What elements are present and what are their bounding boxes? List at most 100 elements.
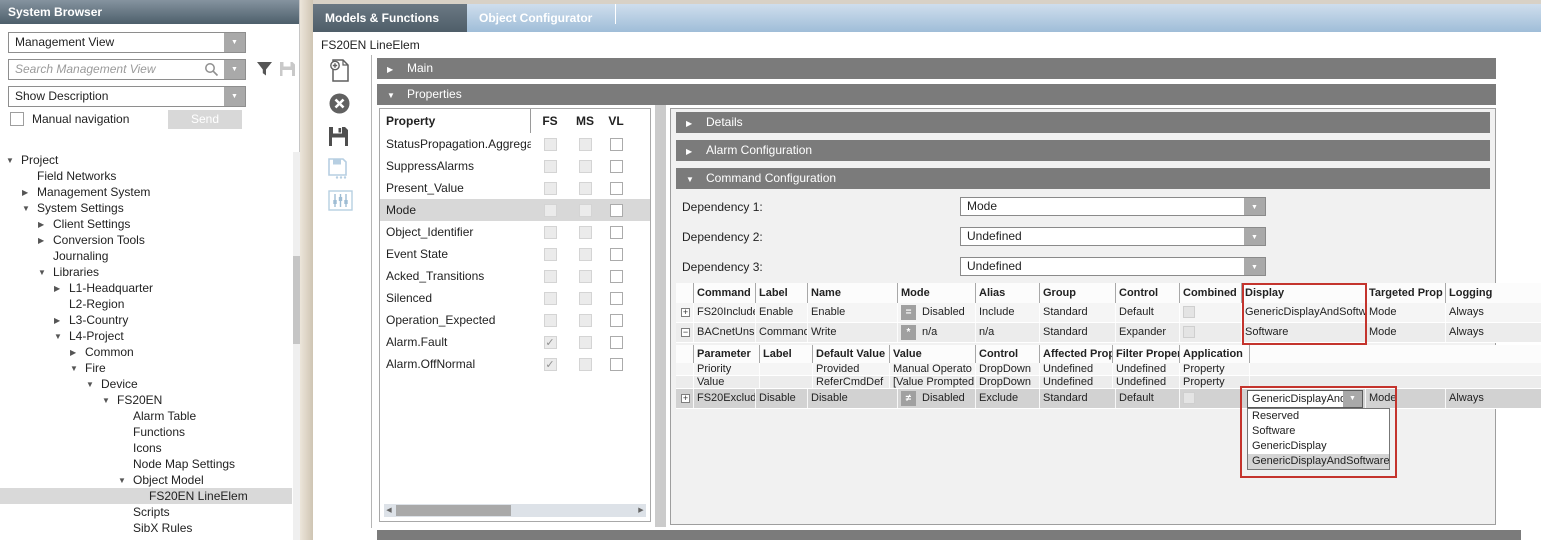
chevron-down-icon[interactable]: ▼ (224, 60, 245, 79)
chevron-right-icon[interactable]: ▶ (70, 345, 85, 361)
ms-checkbox[interactable] (579, 314, 592, 327)
fs-checkbox[interactable] (544, 160, 557, 173)
dependency-1-selector[interactable]: Mode ▼ (960, 197, 1266, 216)
tree-item[interactable]: ▼Device (0, 376, 292, 392)
tree-item[interactable]: Functions (0, 424, 292, 440)
splitter[interactable] (655, 105, 666, 527)
fs-checkbox[interactable]: ✓ (544, 358, 557, 371)
vl-checkbox[interactable] (610, 226, 623, 239)
fs-checkbox[interactable] (544, 182, 557, 195)
manual-navigation-checkbox[interactable] (10, 112, 24, 126)
tree-item[interactable]: Scripts (0, 504, 292, 520)
vl-checkbox[interactable] (610, 358, 623, 371)
vl-checkbox[interactable] (610, 292, 623, 305)
combined-checkbox[interactable] (1183, 392, 1195, 404)
fs-checkbox[interactable] (544, 270, 557, 283)
section-alarm-configuration[interactable]: ▶Alarm Configuration (676, 140, 1490, 161)
chevron-down-icon[interactable]: ▼ (118, 473, 133, 489)
dependency-2-selector[interactable]: Undefined ▼ (960, 227, 1266, 246)
fs-checkbox[interactable] (544, 248, 557, 261)
ms-checkbox[interactable] (579, 138, 592, 151)
collapsed-section-bar[interactable] (377, 530, 1521, 540)
tree-item[interactable]: ▼Object Model (0, 472, 292, 488)
chevron-down-icon[interactable]: ▼ (1244, 198, 1265, 215)
property-row[interactable]: Mode (380, 199, 650, 221)
new-document-icon[interactable] (328, 58, 356, 84)
chevron-down-icon[interactable]: ▼ (6, 153, 21, 169)
chevron-right-icon[interactable]: ▶ (22, 185, 37, 201)
scroll-right-icon[interactable]: ▶ (636, 505, 646, 516)
cancel-icon[interactable] (328, 92, 356, 118)
chevron-down-icon[interactable]: ▼ (22, 201, 37, 217)
vl-checkbox[interactable] (610, 248, 623, 261)
description-selector[interactable]: Show Description ▼ (8, 86, 246, 107)
tree-item[interactable]: Journaling (0, 248, 292, 264)
property-row[interactable]: Alarm.Fault✓ (380, 331, 650, 353)
vl-checkbox[interactable] (610, 138, 623, 151)
ms-checkbox[interactable] (579, 336, 592, 349)
chevron-right-icon[interactable]: ▶ (54, 313, 69, 329)
chevron-down-icon[interactable]: ▼ (54, 329, 69, 345)
tree-scrollbar-thumb[interactable] (293, 256, 300, 344)
fs-checkbox[interactable] (544, 138, 557, 151)
chevron-down-icon[interactable]: ▼ (1343, 391, 1362, 407)
dropdown-option[interactable]: GenericDisplayAndSoftware (1248, 454, 1389, 469)
scroll-left-icon[interactable]: ◀ (384, 505, 394, 516)
combined-checkbox[interactable] (1183, 326, 1195, 338)
expand-icon[interactable]: + (681, 308, 690, 317)
mode-operator-button[interactable]: ≠ (901, 391, 916, 406)
vl-checkbox[interactable] (610, 182, 623, 195)
tree-item[interactable]: ▶L1-Headquarter (0, 280, 292, 296)
mode-operator-button[interactable]: = (901, 305, 916, 320)
filter-icon[interactable] (256, 61, 273, 82)
command-row[interactable]: −BACnetUnsignCommandWrite*n/an/aStandard… (676, 323, 1541, 343)
ms-checkbox[interactable] (579, 204, 592, 217)
property-row[interactable]: Acked_Transitions (380, 265, 650, 287)
chevron-down-icon[interactable]: ▼ (224, 87, 245, 106)
dropdown-option[interactable]: Reserved (1248, 409, 1389, 424)
tree-item[interactable]: ▼L4-Project (0, 328, 292, 344)
chevron-down-icon[interactable]: ▼ (1244, 228, 1265, 245)
ms-checkbox[interactable] (579, 358, 592, 371)
parameter-row[interactable]: PriorityProvidedManual OperatoDropDownUn… (676, 363, 1541, 376)
tree-item[interactable]: ▼Project (0, 152, 292, 168)
dropdown-option[interactable]: Software (1248, 424, 1389, 439)
tree-item[interactable]: ▶Client Settings (0, 216, 292, 232)
section-command-configuration[interactable]: ▼Command Configuration (676, 168, 1490, 189)
save-icon[interactable] (328, 126, 356, 152)
chevron-down-icon[interactable]: ▼ (86, 377, 101, 393)
save-as-icon[interactable] (328, 158, 356, 184)
tree-item[interactable]: ▼System Settings (0, 200, 292, 216)
collapse-icon[interactable]: − (681, 328, 690, 337)
display-combobox[interactable]: GenericDisplayAndSoftware ▼ (1247, 390, 1363, 408)
mode-operator-button[interactable]: * (901, 325, 916, 340)
ms-checkbox[interactable] (579, 226, 592, 239)
horizontal-scrollbar[interactable]: ◀ ▶ (384, 504, 646, 517)
property-row[interactable]: Silenced (380, 287, 650, 309)
combined-checkbox[interactable] (1183, 306, 1195, 318)
chevron-down-icon[interactable]: ▼ (38, 265, 53, 281)
chevron-down-icon[interactable]: ▼ (70, 361, 85, 377)
tree-scrollbar[interactable] (293, 152, 300, 540)
search-input[interactable]: Search Management View ▼ (8, 59, 246, 80)
vl-checkbox[interactable] (610, 270, 623, 283)
tree-item[interactable]: Field Networks (0, 168, 292, 184)
chevron-right-icon[interactable]: ▶ (38, 233, 53, 249)
tree-item[interactable]: L2-Region (0, 296, 292, 312)
chevron-down-icon[interactable]: ▼ (102, 393, 117, 409)
ms-checkbox[interactable] (579, 248, 592, 261)
property-row[interactable]: Present_Value (380, 177, 650, 199)
fs-checkbox[interactable] (544, 226, 557, 239)
command-row[interactable]: +FS20IncludeEnableEnable=DisabledInclude… (676, 303, 1541, 323)
tree-item[interactable]: SibX Rules (0, 520, 292, 536)
expand-icon[interactable]: + (681, 394, 690, 403)
property-row[interactable]: SuppressAlarms (380, 155, 650, 177)
property-row[interactable]: Object_Identifier (380, 221, 650, 243)
tree-item[interactable]: FS20EN LineElem (0, 488, 292, 504)
ms-checkbox[interactable] (579, 160, 592, 173)
ms-checkbox[interactable] (579, 292, 592, 305)
ms-checkbox[interactable] (579, 270, 592, 283)
property-row[interactable]: Operation_Expected (380, 309, 650, 331)
dependency-3-selector[interactable]: Undefined ▼ (960, 257, 1266, 276)
vl-checkbox[interactable] (610, 336, 623, 349)
